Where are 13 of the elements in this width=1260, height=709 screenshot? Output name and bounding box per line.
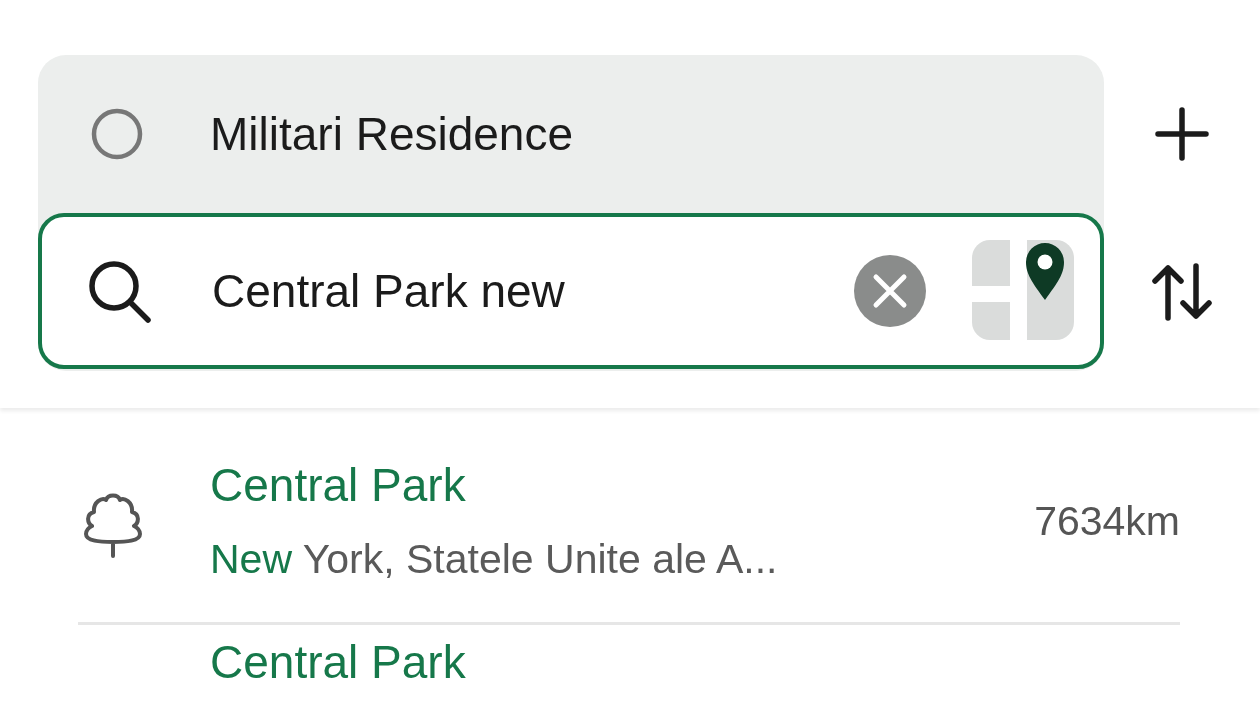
origin-text: Militari Residence (210, 107, 573, 161)
close-icon (872, 273, 908, 309)
search-result-item[interactable]: Central Park New York, Statele Unite ale A... 7634km (78, 408, 1180, 625)
distance-text: 7634km (1034, 497, 1180, 545)
result-address: New York, Statele Unite ale A... (210, 535, 778, 584)
swap-arrows-icon (1150, 262, 1214, 322)
circle-icon (90, 107, 144, 161)
result-title: Central Park (210, 635, 466, 689)
map-pin-icon (970, 237, 1076, 342)
plus-icon (1154, 106, 1210, 162)
result-title: Central Park (210, 458, 466, 512)
destination-input[interactable]: Central Park new (212, 264, 772, 318)
search-result-item[interactable]: Central Park (78, 625, 1180, 689)
